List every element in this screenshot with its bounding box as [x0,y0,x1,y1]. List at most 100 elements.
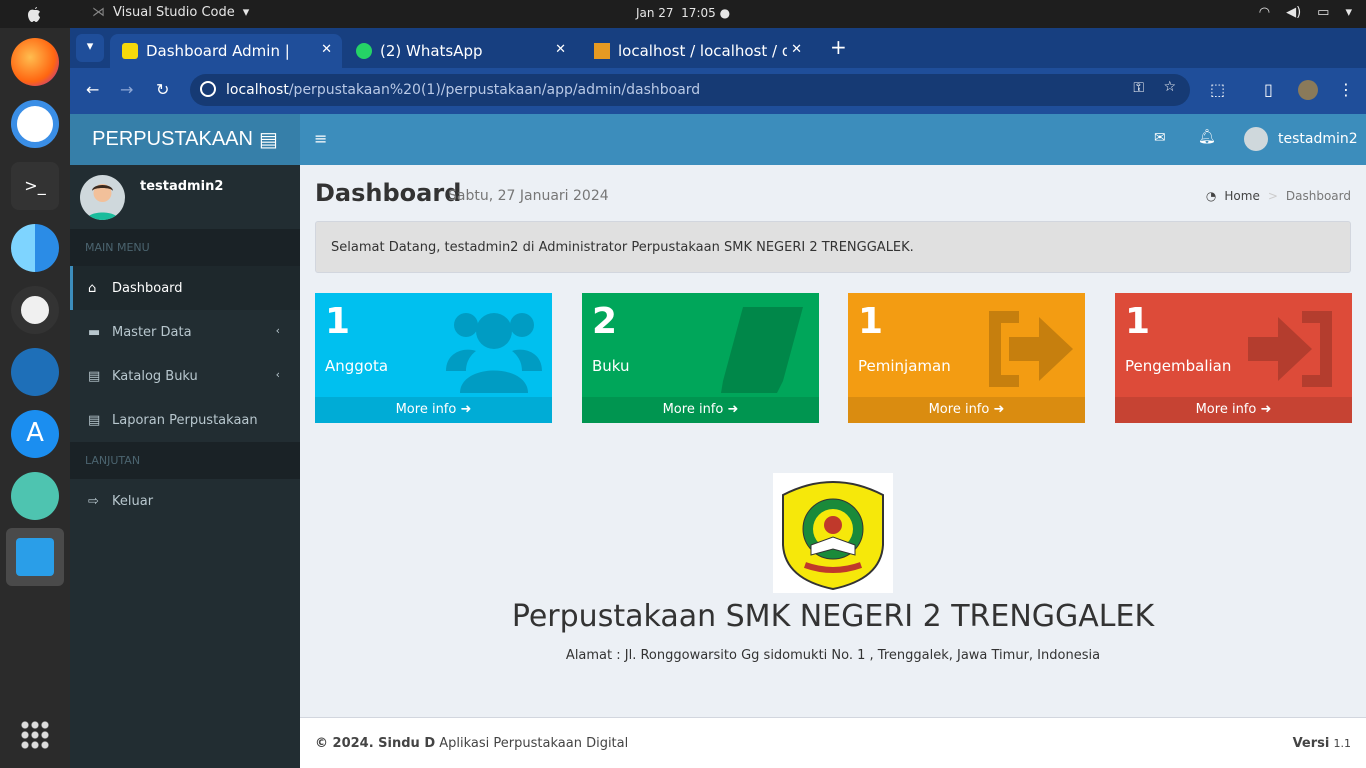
tab-title: (2) WhatsApp [380,42,483,60]
tab-strip: ▾ Dashboard Admin | ✕ (2) WhatsApp ✕ loc… [70,28,1366,68]
avatar [1244,127,1268,151]
speaker-icon[interactable] [11,286,59,334]
stat-value: 1 [325,301,351,342]
dock: >_ A [0,28,70,768]
sidebar-item-master-data[interactable]: ▬ Master Data ‹ [70,310,300,354]
address-bar[interactable]: localhost/perpustakaan%20(1)/perpustakaa… [190,74,1190,106]
arrow-circle-right-icon: ➜ [1260,402,1272,417]
book-icon: ▤ [88,368,101,384]
sign-out-icon [989,311,1073,387]
more-info-label: More info [662,402,724,417]
arrow-circle-right-icon: ➜ [460,402,472,417]
sidebar-item-label: Katalog Buku [112,368,198,384]
sidebar-item-label: Master Data [112,324,192,340]
breadcrumb-separator: > [1267,189,1278,203]
welcome-callout: Selamat Datang, testadmin2 di Administra… [315,221,1351,273]
sidebar-item-katalog-buku[interactable]: ▤ Katalog Buku ‹ [70,354,300,398]
page-title: Dashboard [315,179,462,207]
folder-icon: ▬ [88,324,101,340]
more-info-link[interactable]: More info ➜ [315,397,552,423]
side-panel-icon[interactable]: ▯ [1264,80,1273,99]
sidebar-item-label: Laporan Perpustakaan [112,412,258,428]
app-grid-icon[interactable] [20,720,50,750]
app-logo[interactable]: PERPUSTAKAAN ▤ [70,114,300,165]
close-icon[interactable]: ✕ [787,42,802,57]
tab-whatsapp[interactable]: (2) WhatsApp ✕ [344,34,576,68]
chevron-down-icon[interactable]: ▾ [1345,5,1352,20]
breadcrumb-current: Dashboard [1285,189,1351,203]
more-info-label: More info [1195,402,1257,417]
time: 17:05 [681,6,716,20]
back-icon[interactable]: ← [86,80,99,99]
system-tray[interactable]: ◠ ◀) ▭ ▾ [1259,5,1352,20]
dashboard-icon: ◔ [1205,189,1217,203]
sidebar: testadmin2 MAIN MENU ⌂ Dashboard ▬ Maste… [70,165,300,768]
bell-icon[interactable]: 🔔︎ [1198,129,1216,145]
terminal-icon[interactable]: >_ [11,162,59,210]
key-icon[interactable]: ⚿ [1133,80,1144,96]
user-menu[interactable]: testadmin2 [1244,127,1358,151]
browser-chrome: ▾ Dashboard Admin | ✕ (2) WhatsApp ✕ loc… [70,28,1366,114]
sidebar-item-dashboard[interactable]: ⌂ Dashboard [70,266,300,310]
school-info: Perpustakaan SMK NEGERI 2 TRENGGALEK Ala… [300,473,1366,663]
app-store-icon[interactable]: A [11,410,59,458]
finder-icon[interactable] [11,224,59,272]
url-host: localhost [226,82,289,98]
book-icon [721,307,803,393]
tab-title: localhost / localhost / db [618,42,801,60]
sidebar-item-keluar[interactable]: ⇨ Keluar [70,479,300,523]
app-header: PERPUSTAKAAN ▤ ≡ ✉ 🔔︎ testadmin2 [70,114,1366,165]
tab-dashboard[interactable]: Dashboard Admin | ✕ [110,34,342,68]
breadcrumb-home[interactable]: Home [1224,189,1259,203]
envelope-icon[interactable]: ✉ [1154,130,1166,146]
users-icon [446,313,542,393]
page-subtitle: Sabtu, 27 Januari 2024 [448,188,609,204]
mail-icon[interactable] [11,100,59,148]
more-info-label: More info [395,402,457,417]
stat-box-peminjaman: 1 Peminjaman More info ➜ [848,293,1085,423]
sidebar-item-laporan[interactable]: ▤ Laporan Perpustakaan [70,398,300,442]
header-username: testadmin2 [1278,131,1358,147]
volume-icon[interactable]: ◀) [1286,5,1301,20]
bookmark-star-icon[interactable]: ☆ [1163,79,1176,95]
main-content: Dashboard Sabtu, 27 Januari 2024 ◔ Home … [300,165,1366,717]
stat-box-anggota: 1 Anggota More info ➜ [315,293,552,423]
site-info-icon[interactable] [200,81,216,97]
extensions-icon[interactable]: ⬚ [1210,80,1225,99]
arrow-circle-right-icon: ➜ [727,402,739,417]
tab-phpmyadmin[interactable]: localhost / localhost / db ✕ [582,34,812,68]
wifi-icon[interactable]: ◠ [1259,5,1270,20]
menu-kebab-icon[interactable]: ⋮ [1338,80,1354,99]
stat-label: Buku [592,357,630,375]
sidebar-username: testadmin2 [140,179,224,194]
tab-search-button[interactable]: ▾ [76,34,104,62]
firefox-icon[interactable] [11,38,59,86]
footer-version: Versi 1.1 [1293,736,1351,751]
stat-label: Peminjaman [858,357,951,375]
vscode-icon[interactable] [6,528,64,586]
forward-icon[interactable]: → [120,80,133,99]
more-info-link[interactable]: More info ➜ [1115,397,1352,423]
battery-icon[interactable]: ▭ [1317,5,1329,20]
clock[interactable]: Jan 27 17:05 ● [0,6,1366,20]
document-viewer-icon[interactable] [11,348,59,396]
school-address: Alamat : Jl. Ronggowarsito Gg sidomukti … [565,648,1101,663]
close-icon[interactable]: ✕ [321,42,332,57]
profile-avatar[interactable] [1298,80,1318,100]
close-icon[interactable]: ✕ [555,42,566,57]
logo-text: PERPUSTAKAAN [92,128,253,150]
copyright-text: © 2024. Sindu D [315,736,436,751]
hamburger-menu-icon[interactable]: ≡ [314,129,327,148]
reload-icon[interactable]: ↻ [156,80,169,99]
help-icon[interactable] [11,472,59,520]
page-footer: © 2024. Sindu D Aplikasi Perpustakaan Di… [300,717,1366,768]
more-info-link[interactable]: More info ➜ [848,397,1085,423]
sidebar-item-label: Keluar [112,493,154,509]
url-path: /perpustakaan%20(1)/perpustakaan/app/adm… [288,82,701,98]
stat-value: 2 [592,301,618,342]
more-info-link[interactable]: More info ➜ [582,397,819,423]
stat-label: Pengembalian [1125,357,1232,375]
new-tab-button[interactable]: + [830,37,847,57]
stat-box-buku: 2 Buku More info ➜ [582,293,819,423]
sign-in-icon [1248,311,1332,387]
